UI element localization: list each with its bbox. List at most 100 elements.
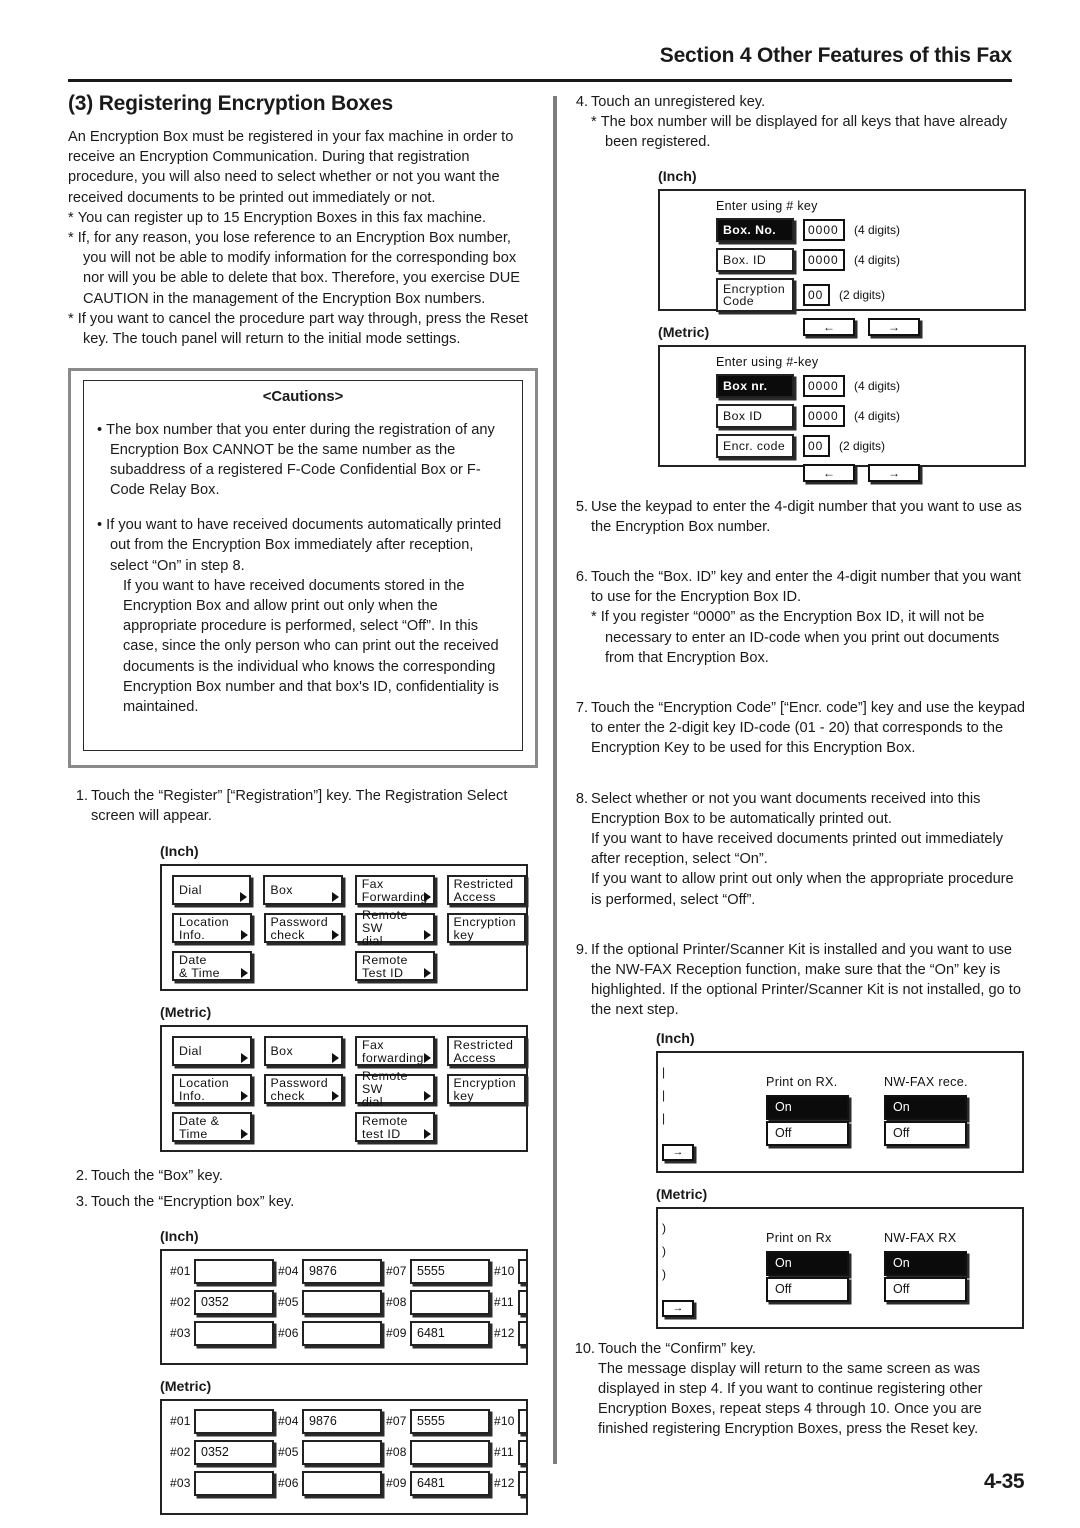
box-key-field[interactable]: 5555 <box>410 1258 490 1284</box>
box-key-label: #02 <box>170 1295 191 1310</box>
lcd-key-dial[interactable]: Dial <box>172 1036 252 1067</box>
step-text: Touch the “Encryption box” key. <box>91 1194 295 1211</box>
lcd-key-box-no[interactable]: Box. No. <box>716 217 794 242</box>
box-key-field[interactable] <box>302 1320 382 1346</box>
encryption-code-value[interactable]: 00 <box>803 283 830 306</box>
lcd-key-fax-forwarding[interactable]: Fax forwarding <box>355 1036 435 1067</box>
nwfax-off-button[interactable]: Off <box>884 1120 967 1146</box>
box-id-value[interactable]: 0000 <box>803 404 845 427</box>
box-key-label: #11 <box>494 1295 514 1310</box>
box-key-field[interactable]: 0352 <box>194 1289 274 1315</box>
lcd-key-encryption-key[interactable]: Encryption key <box>446 913 526 944</box>
box-key-field[interactable] <box>518 1258 526 1284</box>
lcd-key-remote-sw-dial[interactable]: Remote SW dial <box>355 908 435 948</box>
box-key-field[interactable] <box>194 1470 274 1496</box>
box-key-field[interactable]: 0352 <box>194 1439 274 1465</box>
box-key-label: #05 <box>278 1295 299 1310</box>
box-key-field[interactable] <box>194 1258 274 1284</box>
box-key-field[interactable]: 6481 <box>410 1320 490 1346</box>
figure-enter-code-inch: (Inch) Enter using # key Box. No. 0000 (… <box>658 169 1026 337</box>
box-key-field[interactable] <box>302 1470 382 1496</box>
lcd-key-date-time[interactable]: Date & Time <box>172 951 252 982</box>
arrow-right-icon[interactable]: → <box>662 1143 694 1161</box>
lcd-key-password-check[interactable]: Password check <box>263 1074 343 1105</box>
box-key-field[interactable] <box>518 1320 526 1346</box>
nwfax-on-button[interactable]: On <box>884 1250 967 1276</box>
lcd-key-location-info[interactable]: Location Info. <box>172 1074 252 1105</box>
lcd-key-fax-forwarding[interactable]: Fax Forwarding <box>354 875 435 906</box>
figure-registration-select-metric: (Metric) Dial Box Fax forwarding Restric… <box>160 1005 538 1153</box>
lcd-key-box[interactable]: Box <box>263 875 343 906</box>
key-arrow-icon <box>240 1129 248 1140</box>
box-key-label: #12 <box>494 1326 515 1341</box>
lcd-key-password-check[interactable]: Password check <box>263 913 343 944</box>
box-key-field[interactable]: 5555 <box>410 1408 490 1434</box>
print-on-rx-on-button[interactable]: On <box>766 1094 849 1120</box>
lcd-key-date-time[interactable]: Date & Time <box>172 1112 252 1143</box>
box-key-label: #07 <box>386 1414 407 1429</box>
figure-label: (Inch) <box>160 1228 199 1245</box>
lcd-key-remote-sw-dial[interactable]: Remote SW dial <box>355 1069 435 1109</box>
print-on-rx-on-button[interactable]: On <box>766 1250 849 1276</box>
lcd-key-restricted-access[interactable]: Restricted Access <box>446 1036 526 1067</box>
box-key-field[interactable] <box>302 1439 382 1465</box>
box-key-field[interactable]: 6481 <box>410 1470 490 1496</box>
arrow-right-icon[interactable]: → <box>868 318 920 337</box>
box-key-field[interactable] <box>518 1289 526 1315</box>
lcd-key-remote-test-id[interactable]: Remote Test ID <box>355 951 435 982</box>
box-key-field[interactable] <box>410 1289 490 1315</box>
box-key-field[interactable] <box>518 1408 526 1434</box>
box-key-field[interactable] <box>194 1320 274 1346</box>
step-8: 8. Select whether or not you want docume… <box>568 789 1026 910</box>
step-number: 1. <box>75 787 88 804</box>
box-no-value[interactable]: 0000 <box>803 218 845 241</box>
lcd-row: Box nr. 0000 (4 digits) <box>716 373 1024 398</box>
box-id-value[interactable]: 0000 <box>803 248 845 271</box>
box-key-field[interactable] <box>410 1439 490 1465</box>
lcd-key-dial[interactable]: Dial <box>172 875 252 906</box>
lcd-key-box-id[interactable]: Box ID <box>716 403 794 428</box>
step-substep: * The box number will be displayed for a… <box>591 114 1008 151</box>
box-key-field[interactable] <box>518 1470 526 1496</box>
step-number: 7. <box>575 700 588 717</box>
arrow-right-icon[interactable]: → <box>662 1299 694 1317</box>
lcd-key-empty <box>447 1112 526 1142</box>
lcd-key-box[interactable]: Box <box>263 1036 343 1067</box>
lcd-key-empty <box>264 1112 343 1142</box>
box-key-field[interactable] <box>302 1289 382 1315</box>
arrow-left-icon[interactable]: ← <box>803 318 855 337</box>
step-3: 3. Touch the “Encryption box” key. <box>68 1192 538 1212</box>
lcd-key-location-info[interactable]: Location Info. <box>172 913 252 944</box>
print-on-rx-off-button[interactable]: Off <box>766 1276 849 1302</box>
box-key-field[interactable]: 9876 <box>302 1408 382 1434</box>
lcd-key-remote-test-id[interactable]: Remote test ID <box>355 1112 435 1143</box>
lcd-key-encr-code[interactable]: Encr. code <box>716 433 794 458</box>
step-2: 2. Touch the “Box” key. <box>68 1166 538 1186</box>
figure-label: (Inch) <box>656 1030 695 1047</box>
step-number: 5. <box>575 498 588 515</box>
lcd-key-restricted-access[interactable]: Restricted Access <box>446 875 527 906</box>
lcd-key-box-id[interactable]: Box. ID <box>716 247 794 272</box>
key-arrow-icon <box>240 892 248 903</box>
box-key-field[interactable]: 9876 <box>302 1258 382 1284</box>
lcd-key-box-nr[interactable]: Box nr. <box>716 373 794 398</box>
page-number: 4-35 <box>983 1470 1025 1493</box>
section-title: Section 4 Other Features of this Fax <box>659 44 1012 67</box>
lcd-key-encryption-key[interactable]: Encryption key <box>446 1074 526 1105</box>
lcd-key-encryption-code[interactable]: Encryption Code <box>716 277 794 313</box>
step-text: Touch the “Confirm” key. <box>598 1340 756 1357</box>
print-on-rx-off-button[interactable]: Off <box>766 1120 849 1146</box>
arrow-left-icon[interactable]: ← <box>803 463 855 482</box>
nwfax-off-button[interactable]: Off <box>884 1276 967 1302</box>
encryption-code-value[interactable]: 00 <box>803 434 830 457</box>
onoff-group-print-on-rx: Print on Rx On Off <box>766 1231 851 1302</box>
box-key-label: #01 <box>170 1414 191 1429</box>
box-key-label: #08 <box>386 1445 407 1460</box>
step-number: 4. <box>575 94 588 110</box>
box-key-field[interactable] <box>194 1408 274 1434</box>
nwfax-on-button[interactable]: On <box>884 1094 967 1120</box>
box-no-value[interactable]: 0000 <box>803 374 845 397</box>
step-substep: * If you register “0000” as the Encrypti… <box>591 609 1000 666</box>
arrow-right-icon[interactable]: → <box>868 463 920 482</box>
box-key-field[interactable] <box>518 1439 526 1465</box>
